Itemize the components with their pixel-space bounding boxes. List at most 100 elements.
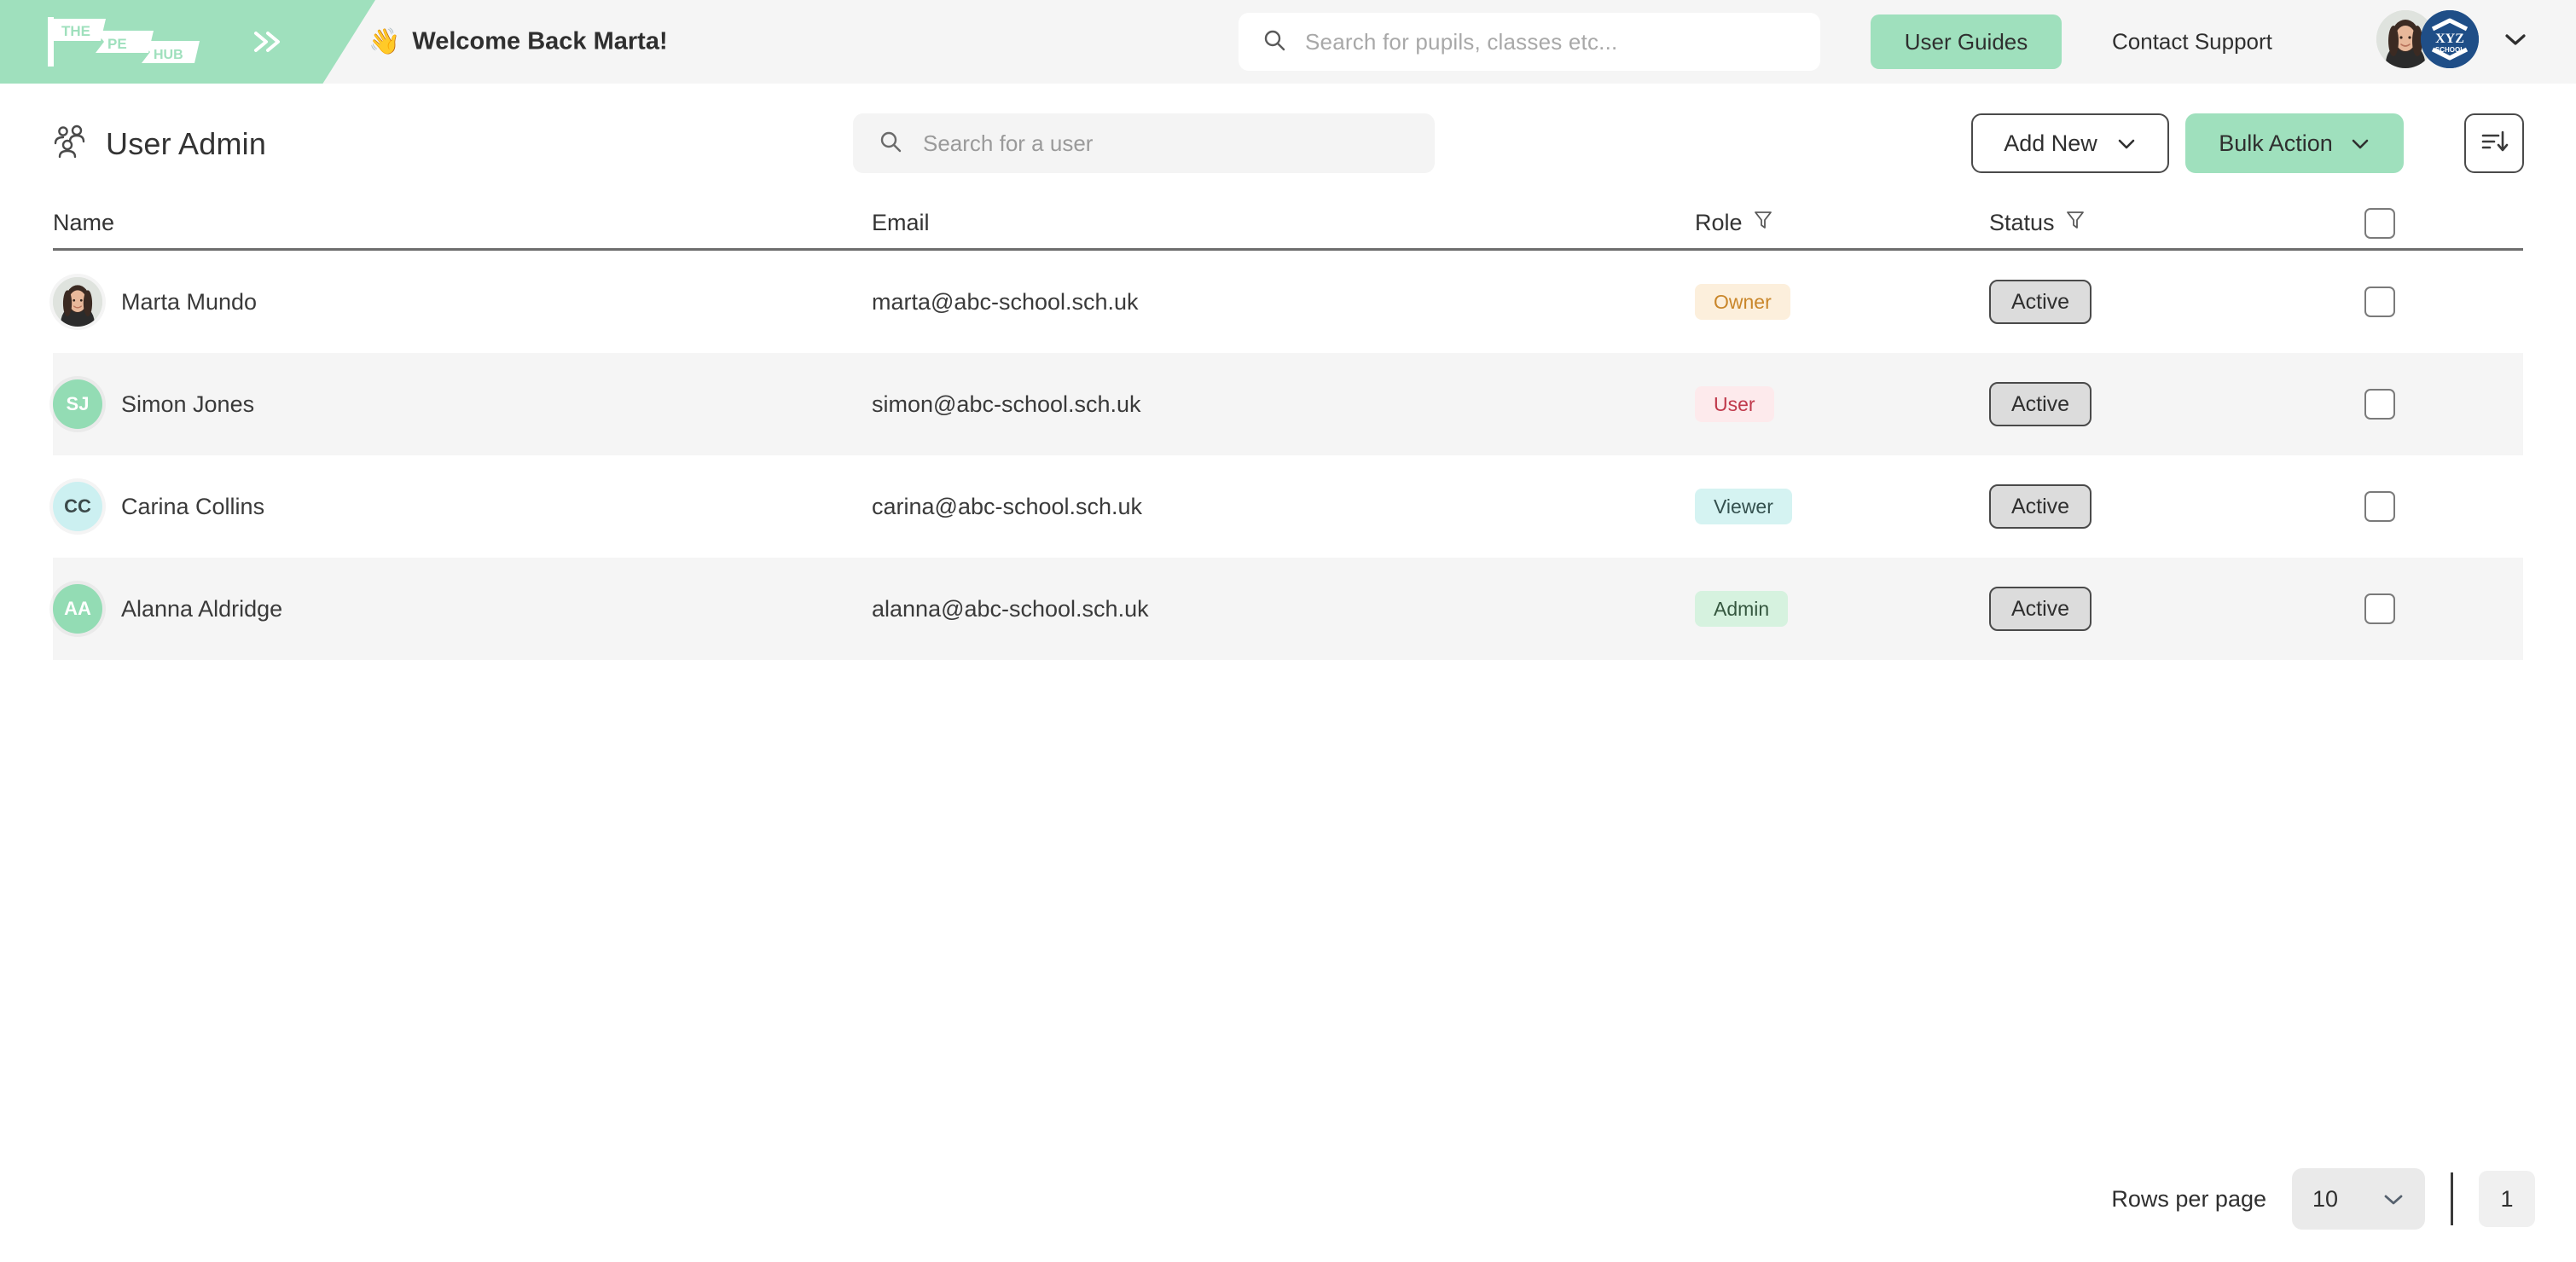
- contact-support-label: Contact Support: [2112, 28, 2272, 55]
- svg-text:HUB: HUB: [154, 48, 183, 62]
- svg-text:PE: PE: [107, 36, 127, 52]
- table-row[interactable]: CC Carina Collins carina@abc-school.sch.uk…: [53, 455, 2523, 558]
- column-label-status: Status: [1989, 210, 2055, 235]
- cell-email: simon@abc-school.sch.uk: [872, 391, 1141, 417]
- table-header-row: Name Email Role Status: [53, 198, 2523, 251]
- school-badge-icon[interactable]: XYZ SCHOOL: [2421, 10, 2479, 68]
- table-row[interactable]: SJ Simon Jones simon@abc-school.sch.uk User…: [53, 353, 2523, 455]
- chevron-down-icon: [2116, 130, 2137, 157]
- role-badge: Admin: [1695, 591, 1789, 627]
- cell-name: SJ Simon Jones: [53, 379, 872, 429]
- user-name: Alanna Aldridge: [121, 595, 283, 622]
- role-badge: User: [1695, 386, 1774, 422]
- waving-hand-icon: 👋: [368, 27, 401, 56]
- role-badge: Viewer: [1695, 489, 1792, 524]
- search-icon: [1262, 28, 1286, 56]
- table-row[interactable]: Marta Mundo marta@abc-school.sch.uk Owner A…: [53, 251, 2523, 353]
- cell-select: [2364, 287, 2509, 317]
- add-new-label: Add New: [2004, 130, 2097, 156]
- svg-text:XYZ: XYZ: [2435, 32, 2464, 46]
- search-icon: [879, 130, 902, 158]
- double-chevron-right-icon[interactable]: [246, 22, 287, 61]
- cell-status: Active: [1989, 587, 2364, 631]
- cell-status: Active: [1989, 280, 2364, 324]
- cell-status: Active: [1989, 382, 2364, 426]
- status-badge[interactable]: Active: [1989, 484, 2092, 529]
- user-guides-label: User Guides: [1904, 28, 2028, 55]
- bulk-action-label: Bulk Action: [2219, 130, 2333, 156]
- current-page-value: 1: [2500, 1185, 2514, 1212]
- sort-descending-icon: [2480, 128, 2509, 159]
- column-header-status[interactable]: Status: [1989, 209, 2364, 237]
- add-new-button[interactable]: Add New: [1971, 113, 2169, 173]
- column-header-role[interactable]: Role: [1695, 209, 1989, 237]
- chevron-down-icon: [2350, 130, 2370, 157]
- cell-status: Active: [1989, 484, 2364, 529]
- cell-email: alanna@abc-school.sch.uk: [872, 595, 1149, 622]
- page-title-text: User Admin: [106, 125, 267, 161]
- filter-icon[interactable]: [2065, 209, 2086, 237]
- page-header: User Admin Search for a user Add New Bul…: [0, 84, 2576, 173]
- cell-role: Owner: [1695, 284, 1989, 320]
- status-badge[interactable]: Active: [1989, 587, 2092, 631]
- user-guides-button[interactable]: User Guides: [1871, 14, 2062, 69]
- row-checkbox[interactable]: [2364, 593, 2395, 624]
- chevron-down-icon: [2382, 1186, 2405, 1213]
- column-label-email: Email: [872, 210, 930, 235]
- pagination-footer: Rows per page 10 1: [2111, 1168, 2535, 1230]
- rows-per-page-label: Rows per page: [2111, 1185, 2266, 1212]
- svg-text:SCHOOL: SCHOOL: [2435, 46, 2464, 54]
- select-all-checkbox[interactable]: [2364, 207, 2395, 239]
- row-checkbox[interactable]: [2364, 287, 2395, 317]
- cell-name: AA Alanna Aldridge: [53, 584, 872, 634]
- status-badge[interactable]: Active: [1989, 382, 2092, 426]
- welcome-message: 👋 Welcome Back Marta!: [368, 27, 668, 57]
- the-pe-hub-logo[interactable]: THE PE HUB: [44, 15, 202, 68]
- table-body: Marta Mundo marta@abc-school.sch.uk Owner A…: [0, 251, 2576, 660]
- row-checkbox[interactable]: [2364, 389, 2395, 420]
- avatar-photo: [53, 277, 102, 327]
- user-table: Name Email Role Status Marta Mundo marta…: [0, 198, 2576, 660]
- user-search-input[interactable]: Search for a user: [853, 113, 1435, 173]
- row-checkbox[interactable]: [2364, 491, 2395, 522]
- column-header-select-all: [2364, 207, 2509, 239]
- table-row[interactable]: AA Alanna Aldridge alanna@abc-school.sch.u…: [53, 558, 2523, 660]
- filter-icon[interactable]: [1753, 209, 1773, 237]
- role-badge: Owner: [1695, 284, 1790, 320]
- account-menu[interactable]: XYZ SCHOOL: [2376, 10, 2528, 68]
- bulk-action-button[interactable]: Bulk Action: [2185, 113, 2404, 173]
- footer-divider: [2451, 1172, 2453, 1225]
- current-page-box[interactable]: 1: [2479, 1171, 2535, 1227]
- cell-name: Marta Mundo: [53, 277, 872, 327]
- global-search-placeholder: Search for pupils, classes etc...: [1305, 28, 1618, 55]
- user-name: Marta Mundo: [121, 288, 258, 315]
- avatar-initials: AA: [53, 584, 102, 634]
- rows-per-page-select[interactable]: 10: [2292, 1168, 2425, 1230]
- user-name: Carina Collins: [121, 493, 265, 519]
- page-title: User Admin: [53, 124, 266, 163]
- cell-email: marta@abc-school.sch.uk: [872, 288, 1139, 315]
- column-label-name: Name: [53, 210, 115, 235]
- user-name: Simon Jones: [121, 391, 255, 417]
- cell-role: Viewer: [1695, 489, 1989, 524]
- column-header-name[interactable]: Name: [53, 210, 872, 236]
- top-navigation-bar: THE PE HUB 👋 Welcome Back Marta! Search …: [0, 0, 2576, 84]
- status-badge[interactable]: Active: [1989, 280, 2092, 324]
- brand-logo-zone: THE PE HUB: [0, 0, 375, 84]
- cell-role: Admin: [1695, 591, 1989, 627]
- cell-email: carina@abc-school.sch.uk: [872, 493, 1143, 519]
- cell-select: [2364, 389, 2509, 420]
- cell-name: CC Carina Collins: [53, 482, 872, 531]
- avatar-initials: CC: [53, 482, 102, 531]
- chevron-down-icon[interactable]: [2503, 31, 2528, 48]
- global-search-input[interactable]: Search for pupils, classes etc...: [1239, 13, 1820, 71]
- svg-text:THE: THE: [61, 23, 90, 39]
- cell-select: [2364, 491, 2509, 522]
- contact-support-link[interactable]: Contact Support: [2112, 29, 2272, 55]
- sort-descending-button[interactable]: [2464, 113, 2524, 173]
- users-group-icon: [53, 124, 89, 163]
- welcome-text: Welcome Back Marta!: [412, 27, 668, 55]
- cell-role: User: [1695, 386, 1989, 422]
- user-search-placeholder: Search for a user: [923, 130, 1094, 156]
- column-header-email[interactable]: Email: [872, 210, 1695, 236]
